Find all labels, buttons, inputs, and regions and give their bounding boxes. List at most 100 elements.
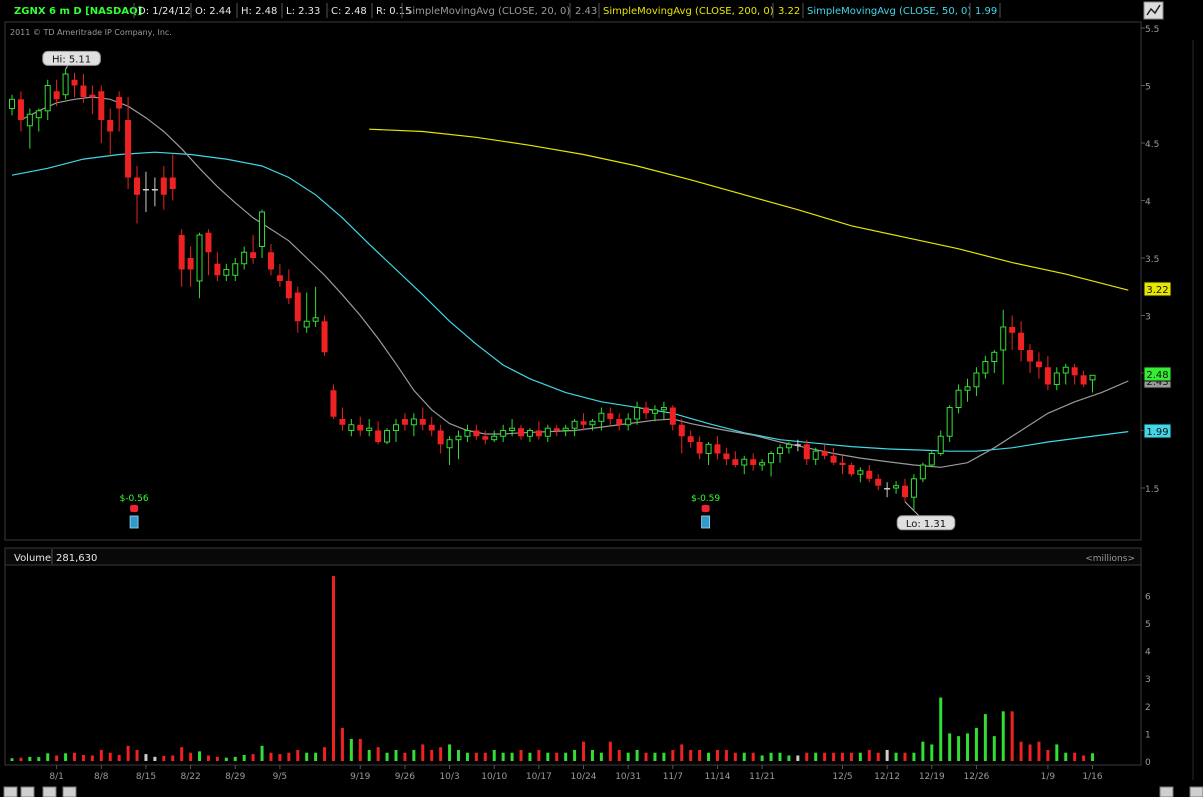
candle (651, 405, 658, 422)
candle-body (526, 430, 533, 437)
volume-bar (323, 747, 327, 761)
volume-bar (555, 752, 559, 761)
volume-bar (1037, 741, 1041, 761)
date-tick-label: 10/17 (526, 772, 552, 782)
expand-button[interactable] (1159, 786, 1174, 797)
symbol-label[interactable]: ZGNX 6 m D [NASDAQ] (14, 6, 142, 17)
candle-body (651, 409, 658, 414)
candle (759, 459, 766, 471)
candle-body (1000, 326, 1007, 351)
volume-bar (1091, 753, 1095, 761)
candle (134, 166, 141, 224)
volume-bar (1082, 755, 1086, 761)
volume-bar (439, 747, 443, 761)
candle (1027, 344, 1034, 373)
candle (937, 430, 944, 456)
study-sma200-label[interactable]: SimpleMovingAvg (CLOSE, 200, 0) (603, 6, 774, 17)
hi-marker: Hi: 5.11 (42, 50, 101, 70)
volume-bar (876, 752, 880, 761)
candle (169, 154, 176, 201)
pan-right-button[interactable] (62, 786, 77, 797)
volume-tick-label: 6 (1145, 592, 1151, 602)
volume-bar (64, 753, 68, 761)
date-tick-label: 12/5 (832, 772, 852, 782)
volume-bar (590, 749, 594, 761)
candle (776, 444, 783, 463)
volume-tick-label: 0 (1145, 758, 1151, 768)
volume-bar (778, 752, 782, 761)
volume-bar (948, 733, 952, 761)
candle-body (384, 430, 391, 443)
volume-bar (626, 752, 630, 761)
header-bar: ZGNX 6 m D [NASDAQ] D: 1/24/12 O: 2.44 H… (14, 6, 997, 17)
volume-bar (10, 758, 14, 761)
candle-body (303, 320, 310, 328)
volume-bar (189, 752, 193, 761)
zoom-out-button[interactable] (3, 786, 18, 797)
candle (857, 467, 864, 483)
candle (321, 315, 328, 356)
volume-bar (814, 752, 818, 761)
candle-body (1027, 350, 1034, 362)
candle-body (428, 424, 435, 431)
hi-marker-text: Hi: 5.11 (52, 54, 91, 65)
volume-bar (457, 749, 460, 761)
volume-bar (403, 752, 407, 761)
volume-bar (805, 752, 809, 761)
volume-bar (742, 752, 746, 761)
zoom-in-button[interactable] (20, 786, 35, 797)
candle (401, 413, 408, 431)
candle (741, 455, 748, 475)
volume-bar (608, 741, 612, 761)
candle-body (53, 91, 60, 100)
volume-bar (296, 749, 300, 761)
calendar-icon (129, 515, 139, 529)
candle (1000, 309, 1007, 385)
candle-body (946, 407, 953, 437)
chart-settings-icon[interactable] (1143, 1, 1164, 20)
volume-bar (144, 754, 148, 761)
candle-body (294, 292, 301, 322)
volume-bar (305, 752, 309, 761)
candle (375, 421, 382, 445)
volume-bar (492, 749, 496, 761)
study-sma50-label[interactable]: SimpleMovingAvg (CLOSE, 50, 0) (807, 6, 971, 17)
price-tick-label: 5.5 (1145, 25, 1159, 35)
candle-body (500, 430, 507, 437)
volume-bar (599, 752, 603, 761)
study-sma200-value: 3.22 (778, 6, 800, 17)
date-tick-label: 10/24 (571, 772, 597, 782)
candle-body (196, 234, 203, 282)
volume-bar (546, 752, 550, 761)
candle-body (330, 390, 337, 417)
volume-bar (340, 727, 344, 761)
candle-body (776, 447, 783, 454)
candle (276, 263, 283, 287)
pan-left-button[interactable] (42, 786, 57, 797)
candle-body (857, 470, 864, 475)
study-sma50-value: 1.99 (975, 6, 997, 17)
candle-body (473, 430, 480, 437)
candle-body (544, 427, 551, 437)
candle (89, 85, 96, 115)
close-label: C: 2.48 (331, 6, 367, 17)
volume-bar (966, 733, 970, 761)
volume-axis: 6 5 4 3 2 1 0 (1145, 592, 1151, 768)
candle-body (794, 444, 801, 446)
date-tick-label: 12/12 (874, 772, 900, 782)
candle (884, 482, 891, 498)
candle-body (535, 430, 542, 437)
candle (428, 416, 435, 437)
candle (687, 430, 694, 448)
candle-body (785, 443, 792, 449)
candle (1018, 321, 1025, 362)
candle (187, 246, 194, 287)
candle (714, 436, 721, 460)
volume-bar (564, 752, 568, 761)
study-sma20-label[interactable]: SimpleMovingAvg (CLOSE, 20, 0) (406, 6, 570, 17)
candle-body (250, 252, 257, 258)
candle-body (893, 485, 900, 489)
volume-bar (385, 752, 389, 761)
corner-button[interactable] (1189, 786, 1203, 797)
candle-body (991, 351, 998, 362)
